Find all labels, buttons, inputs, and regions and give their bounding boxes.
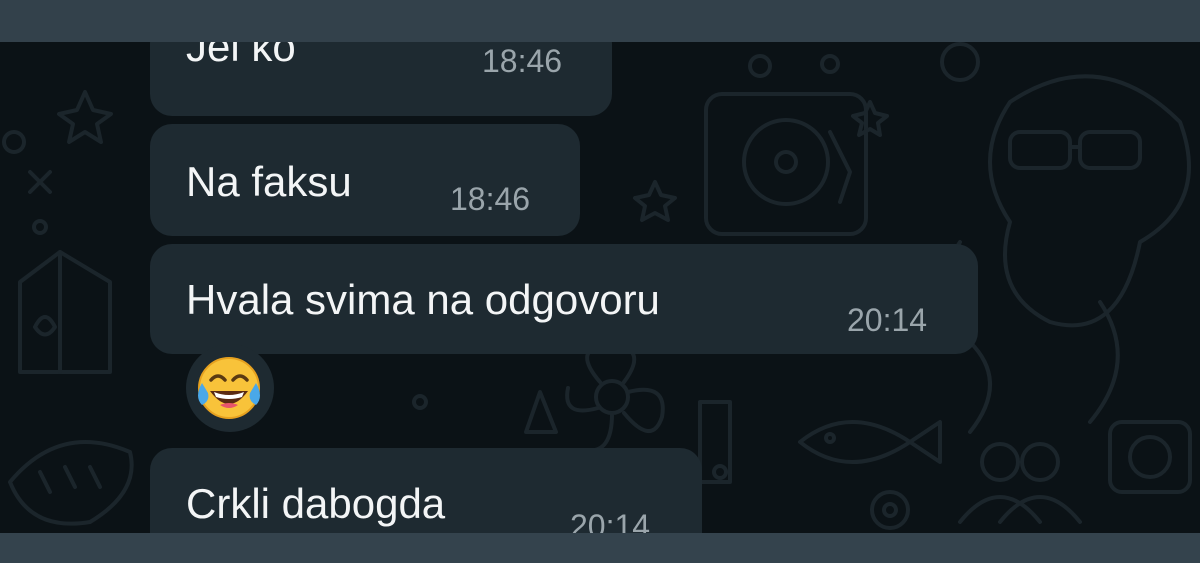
message-bubble[interactable]: Hvala svima na odgovoru 20:14	[150, 244, 978, 354]
message-bubble[interactable]: Crkli dabogda 20:14	[150, 448, 702, 533]
chat-area[interactable]: Jel ko 18:46 Na faksu 18:46 Hvala svima …	[0, 42, 1200, 533]
tears-of-joy-emoji-icon	[198, 357, 260, 419]
message-text: Hvala svima na odgovoru	[186, 276, 660, 323]
message-bubble[interactable]: Na faksu 18:46	[150, 124, 580, 236]
message-text: Crkli dabogda	[186, 480, 446, 527]
message-timestamp: 20:14	[847, 302, 928, 338]
message-timestamp: 20:14	[570, 508, 651, 533]
top-bar	[0, 0, 1200, 42]
message-text: Jel ko	[186, 42, 296, 70]
bottom-bar	[0, 533, 1200, 563]
message-bubble[interactable]: Jel ko 18:46	[150, 42, 612, 116]
message-timestamp: 18:46	[482, 43, 563, 79]
message-text: Na faksu	[186, 158, 352, 205]
message-timestamp: 18:46	[450, 181, 531, 217]
message-reaction[interactable]	[186, 344, 274, 432]
